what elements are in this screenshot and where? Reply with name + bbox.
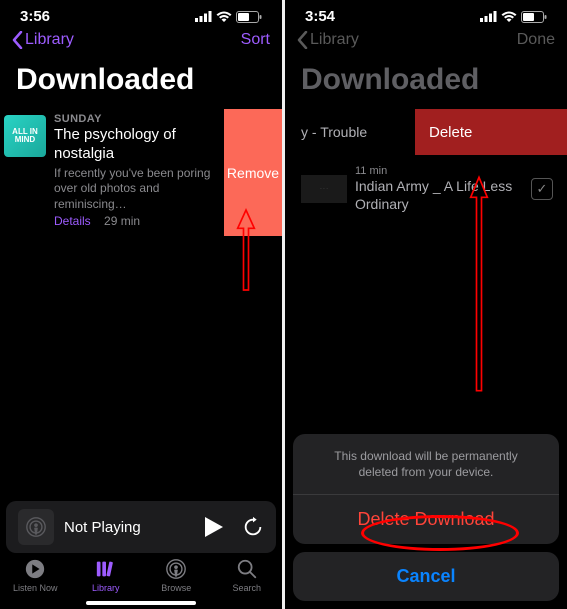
status-icons — [480, 11, 547, 23]
play-circle-icon — [24, 558, 46, 580]
episode-desc: If recently you've been poring over old … — [54, 166, 216, 213]
episode-title: Indian Army _ A Life Less Ordinary — [355, 177, 525, 213]
nav-bar: Library Done — [285, 27, 567, 57]
delete-button[interactable]: Delete — [415, 109, 567, 155]
chevron-left-icon — [297, 31, 308, 49]
episode-thumbnail: · · · — [301, 175, 347, 203]
phone-left: 3:56 Library Sort Downloaded ALL IN MIND… — [0, 0, 282, 609]
episode-duration: 11 min — [355, 165, 525, 177]
status-icons — [195, 11, 262, 23]
page-title: Downloaded — [0, 57, 282, 109]
signal-icon — [480, 11, 497, 22]
episode-thumbnail: ALL IN MIND — [4, 115, 46, 157]
back-label: Library — [310, 31, 359, 49]
now-playing-label: Not Playing — [64, 519, 194, 536]
back-label: Library — [25, 31, 74, 49]
tab-library[interactable]: Library — [71, 557, 142, 605]
episode-day: SUNDAY — [54, 113, 216, 125]
action-sheet: This download will be permanently delete… — [293, 434, 559, 601]
checkbox-icon[interactable]: ✓ — [531, 178, 553, 200]
tab-label: Library — [92, 583, 120, 593]
cancel-button[interactable]: Cancel — [293, 552, 559, 601]
tab-label: Listen Now — [13, 583, 58, 593]
forward-icon[interactable] — [242, 516, 264, 538]
status-time: 3:56 — [20, 8, 50, 25]
signal-icon — [195, 11, 212, 22]
episode-body: SUNDAY The psychology of nostalgia If re… — [46, 109, 224, 236]
status-time: 3:54 — [305, 8, 335, 25]
annotation-arrow — [236, 202, 256, 298]
tab-browse[interactable]: Browse — [141, 557, 212, 605]
annotation-arrow — [469, 156, 489, 412]
page-title: Downloaded — [285, 57, 567, 109]
tab-label: Search — [232, 583, 261, 593]
podcast-icon — [25, 516, 47, 538]
list-row-2[interactable]: · · · 11 min Indian Army _ A Life Less O… — [285, 155, 567, 223]
tab-label: Browse — [161, 583, 191, 593]
details-link[interactable]: Details — [54, 214, 91, 228]
delete-download-button[interactable]: Delete Download — [293, 495, 559, 544]
sort-button[interactable]: Sort — [241, 31, 270, 49]
play-icon[interactable] — [204, 517, 224, 537]
episode-title: The psychology of nostalgia — [54, 126, 216, 164]
status-bar: 3:54 — [285, 0, 567, 27]
status-bar: 3:56 — [0, 0, 282, 27]
tab-listen-now[interactable]: Listen Now — [0, 557, 71, 605]
row-body: 11 min Indian Army _ A Life Less Ordinar… — [355, 165, 531, 213]
done-button[interactable]: Done — [517, 31, 555, 49]
back-button[interactable]: Library — [297, 31, 359, 49]
home-indicator[interactable] — [86, 601, 196, 605]
episode-meta: Details 29 min — [54, 214, 216, 228]
tab-search[interactable]: Search — [212, 557, 283, 605]
search-icon — [236, 558, 258, 580]
now-playing-thumb — [18, 509, 54, 545]
wifi-icon — [216, 11, 232, 22]
sheet-message: This download will be permanently delete… — [293, 434, 559, 495]
nav-bar: Library Sort — [0, 27, 282, 57]
battery-icon — [521, 11, 547, 23]
action-sheet-group: This download will be permanently delete… — [293, 434, 559, 544]
wifi-icon — [501, 11, 517, 22]
battery-icon — [236, 11, 262, 23]
episode-duration: 29 min — [104, 214, 140, 228]
library-icon — [95, 558, 117, 580]
list-row-1[interactable]: y - Trouble ✓ Delete — [285, 109, 567, 155]
chevron-left-icon — [12, 31, 23, 49]
phone-right: 3:54 Library Done Downloaded y - Trouble… — [285, 0, 567, 609]
back-button[interactable]: Library — [12, 31, 74, 49]
now-playing-bar[interactable]: Not Playing — [6, 501, 276, 553]
browse-icon — [165, 558, 187, 580]
